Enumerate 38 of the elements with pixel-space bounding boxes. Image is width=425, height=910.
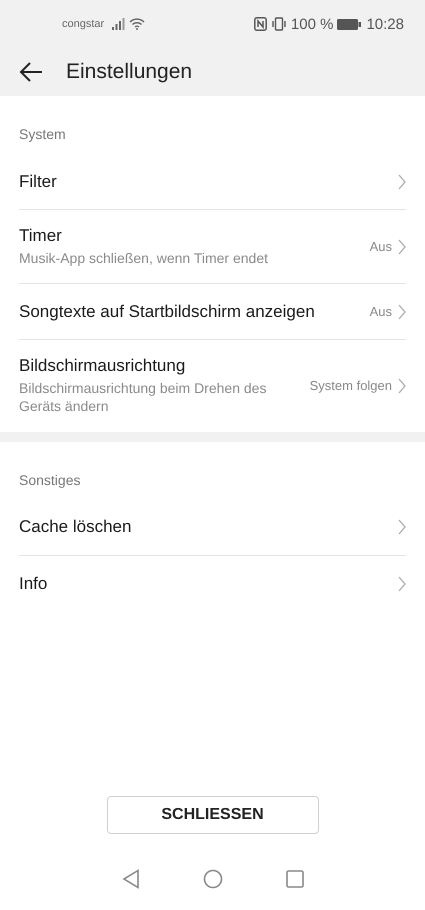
settings-item[interactable]: Filter <box>19 154 406 210</box>
item-title: Songtexte auf Startbildschirm anzeigen <box>19 302 316 322</box>
item-value: Aus <box>370 239 392 254</box>
item-value: System folgen <box>310 378 392 394</box>
item-title: Filter <box>19 172 58 192</box>
chevron-icon <box>398 304 406 320</box>
item-title: Timer <box>19 226 63 246</box>
settings-item[interactable]: Cache löschen <box>19 500 406 556</box>
settings-item[interactable]: Timer Musik-App schließen, wenn Timer endet Aus <box>19 210 406 284</box>
item-title: Cache löschen <box>19 517 132 538</box>
battery-percent: 100 % <box>290 16 334 32</box>
item-title: Bildschirmausrichtung <box>19 356 186 376</box>
vibrate-icon <box>270 17 287 31</box>
nfc-icon <box>254 17 267 31</box>
settings-item[interactable]: Bildschirmausrichtung Bildschirmausrichtung beim Drehen des Geräts ändern System folgen <box>19 340 406 432</box>
recents-icon[interactable] <box>286 870 304 888</box>
item-value: Aus <box>370 304 392 320</box>
home-icon[interactable] <box>202 869 222 889</box>
item-description: Musik-App schließen, wenn Timer endet <box>19 249 269 268</box>
settings-item[interactable]: Songtexte auf Startbildschirm anzeigen Aus <box>19 284 406 340</box>
close-button[interactable]: SCHLIESSEN <box>106 796 318 834</box>
section-title: Sonstiges <box>18 470 82 490</box>
screen-title: Einstellungen <box>66 60 192 84</box>
clock-time: 10:28 <box>366 16 404 32</box>
chevron-icon <box>398 378 406 394</box>
carrier-name: congstar <box>62 18 104 30</box>
chevron-icon <box>398 238 406 255</box>
chevron-icon <box>398 576 406 592</box>
chevron-icon <box>398 174 406 190</box>
settings-item[interactable]: Info <box>19 556 406 612</box>
item-description: Bildschirmausrichtung beim Drehen des Geräts ändern <box>19 379 268 416</box>
section-title: System <box>18 125 67 144</box>
chevron-icon <box>398 519 406 536</box>
back-icon[interactable] <box>18 61 44 83</box>
battery-icon <box>337 18 362 30</box>
item-title: Info <box>19 574 48 594</box>
wifi-icon <box>129 18 146 30</box>
signal-icon <box>112 18 126 30</box>
